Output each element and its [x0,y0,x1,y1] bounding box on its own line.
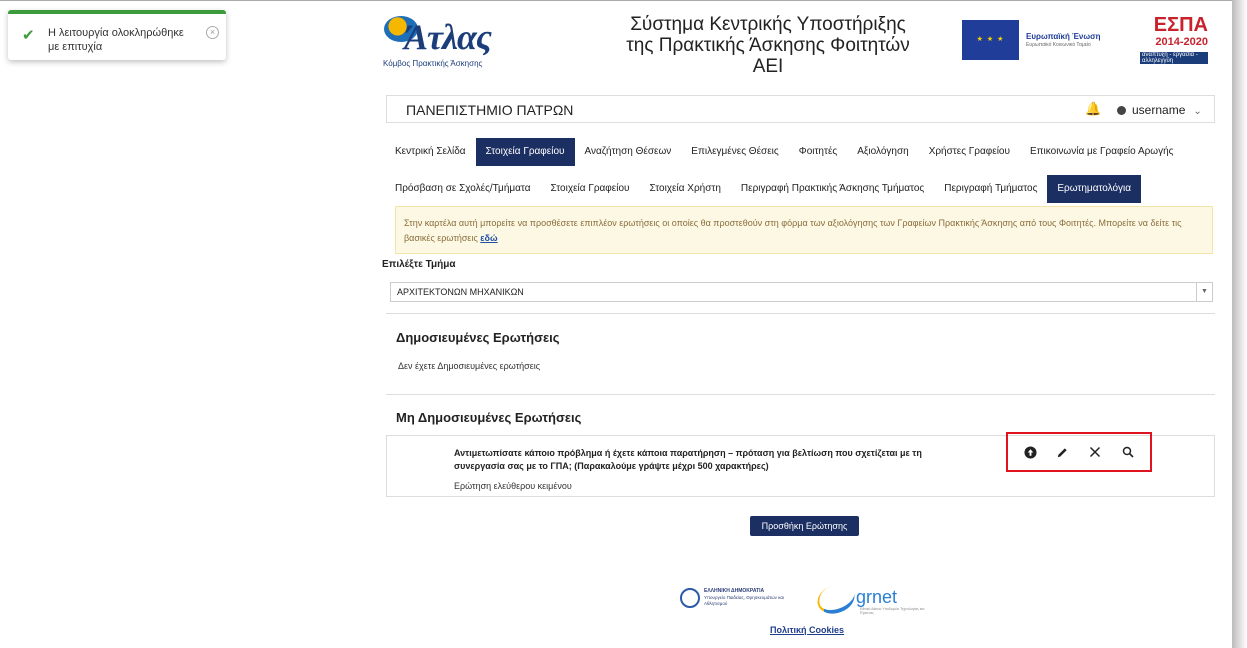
eu-sublabel: Ευρωπαϊκό Κοινωνικό Ταμείο [1026,42,1091,48]
window-shadow [1232,0,1247,648]
site-title: Σύστημα Κεντρικής Υποστήριξης της Πρακτι… [626,14,910,77]
grnet-logo: grnet [856,587,898,607]
nav-selected-positions[interactable]: Επιλεγμένες Θέσεις [681,138,788,166]
tab-user-details[interactable]: Στοιχεία Χρήστη [640,175,731,203]
logo-name: Άτλας [404,17,492,57]
nav-helpdesk-contact[interactable]: Επικοινωνία με Γραφείο Αρωγής [1020,138,1184,166]
arrow-up-circle-icon[interactable] [1022,444,1038,460]
eu-label: Ευρωπαϊκή Ένωση [1026,32,1101,41]
success-toast: ✔ Η λειτουργία ολοκληρώθηκε με επιτυχία … [8,10,226,60]
chevron-down-icon: ⌄ [1193,106,1202,117]
espa-tagline: ανάπτυξη - εργασία - αλληλεγγύη [1140,52,1208,64]
tab-office-details[interactable]: Στοιχεία Γραφείου [541,175,640,203]
tab-questionnaires[interactable]: Ερωτηματολόγια [1047,175,1142,203]
institution-bar: ΠΑΝΕΠΙΣΤΗΜΙΟ ΠΑΤΡΩΝ 🔔 username ⌄ [386,95,1215,123]
greek-emblem-icon [680,588,700,608]
published-empty-message: Δεν έχετε Δημοσιευμένες ερωτήσεις [398,361,541,371]
gov-title: ΕΛΛΗΝΙΚΗ ΔΗΜΟΚΡΑΤΙΑ [704,588,765,594]
pencil-icon[interactable] [1055,444,1071,460]
cookie-policy-link[interactable]: Πολιτική Cookies [770,625,844,635]
gov-ministry: Υπουργείο Παιδείας, Θρησκευμάτων και Αθλ… [704,595,784,606]
nav-position-search[interactable]: Αναζήτηση Θέσεων [575,138,682,166]
espa-logo: ΕΣΠΑ 2014-2020 ανάπτυξη - εργασία - αλλη… [1140,14,1208,64]
chevron-down-icon: ▼ [1196,283,1212,301]
secondary-nav: Πρόσβαση σε Σχολές/Τμήματα Στοιχεία Γραφ… [395,175,1142,203]
question-type: Ερώτηση ελεύθερου κειμένου [454,481,572,491]
nav-home[interactable]: Κεντρική Σελίδα [395,138,476,166]
espa-title: ΕΣΠΑ [1153,14,1208,36]
check-icon: ✔ [22,27,35,44]
toast-message: Η λειτουργία ολοκληρώθηκε με επιτυχία [48,27,184,53]
tab-department-description[interactable]: Περιγραφή Τμήματος [934,175,1047,203]
eu-logo: ★ ★ ★ Ευρωπαϊκή Ένωση Ευρωπαϊκό Κοινωνικ… [962,20,1102,60]
bell-icon[interactable]: 🔔 [1085,101,1101,117]
nav-evaluation[interactable]: Αξιολόγηση [847,138,918,166]
atlas-logo[interactable]: Άτλας Κόμβος Πρακτικής Άσκησης [380,14,515,68]
department-selected-value: ΑΡΧΙΤΕΚΤΟΝΩΝ ΜΗΧΑΝΙΚΩΝ [397,287,524,297]
institution-name: ΠΑΝΕΠΙΣΤΗΜΙΟ ΠΑΤΡΩΝ [406,102,574,118]
espa-years: 2014-2020 [1155,36,1208,48]
nav-students[interactable]: Φοιτητές [789,138,848,166]
department-select[interactable]: ΑΡΧΙΤΕΚΤΟΝΩΝ ΜΗΧΑΝΙΚΩΝ ▼ [390,282,1213,302]
question-actions [1006,432,1152,472]
info-alert: Στην καρτέλα αυτή μπορείτε να προσθέσετε… [395,206,1213,254]
department-label: Επιλέξτε Τμήμα [382,259,456,270]
nav-office-users[interactable]: Χρήστες Γραφείου [919,138,1020,166]
x-icon[interactable] [1087,444,1103,460]
footer-logos: ΕΛΛΗΝΙΚΗ ΔΗΜΟΚΡΑΤΙΑ Υπουργείο Παιδείας, … [680,579,930,619]
unpublished-questions-title: Μη Δημοσιευμένες Ερωτήσεις [396,410,582,425]
search-icon[interactable] [1120,444,1136,460]
grnet-swoosh-icon [813,579,859,619]
tab-internship-description[interactable]: Περιγραφή Πρακτικής Άσκησης Τμήματος [731,175,934,203]
grnet-subtitle: Εθνικό Δίκτυο Υποδομών Τεχνολογίας και Έ… [860,607,925,615]
section-divider [386,394,1215,395]
nav-office-details[interactable]: Στοιχεία Γραφείου [475,138,575,166]
username: username [1132,103,1186,117]
logo-subtitle: Κόμβος Πρακτικής Άσκησης [383,59,483,68]
primary-nav: Κεντρική Σελίδα Στοιχεία Γραφείου Αναζήτ… [395,138,1183,166]
alert-text: Στην καρτέλα αυτή μπορείτε να προσθέσετε… [404,218,1182,243]
section-divider [386,313,1215,314]
eu-flag-icon: ★ ★ ★ [962,20,1019,60]
user-icon [1117,106,1126,115]
question-text: Αντιμετωπίσατε κάποιο πρόβλημα ή έχετε κ… [454,448,922,471]
site-header: Άτλας Κόμβος Πρακτικής Άσκησης Σύστημα Κ… [380,8,1215,77]
close-icon[interactable]: × [206,26,219,39]
published-questions-title: Δημοσιευμένες Ερωτήσεις [396,330,560,345]
user-menu[interactable]: username ⌄ [1117,103,1202,117]
alert-link[interactable]: εδώ [480,233,497,243]
add-question-button[interactable]: Προσθήκη Ερώτησης [750,516,859,536]
tab-department-access[interactable]: Πρόσβαση σε Σχολές/Τμήματα [395,175,541,203]
